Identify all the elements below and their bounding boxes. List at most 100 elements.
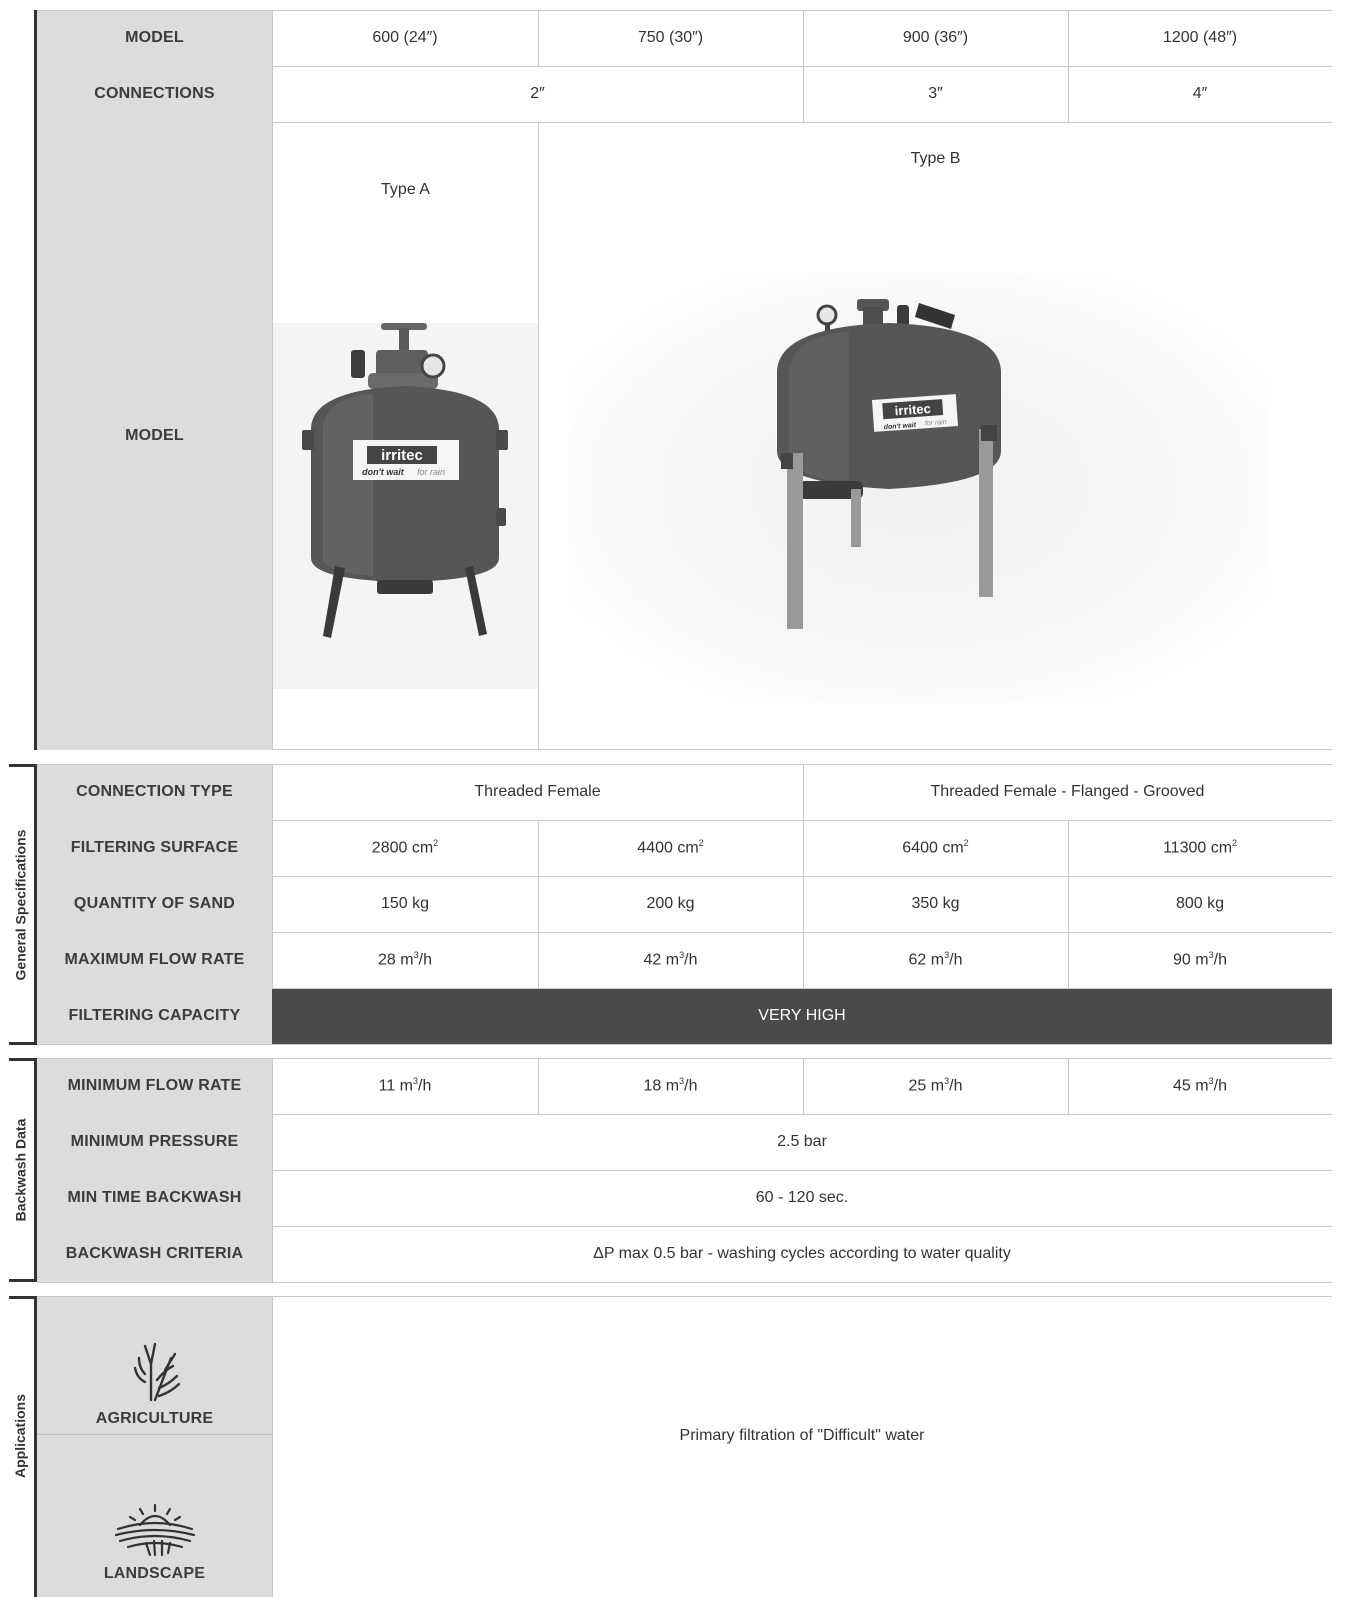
unit-suffix: /h — [949, 1077, 963, 1095]
model-value: 600 (24″) — [372, 29, 438, 46]
unit-suffix: /h — [684, 951, 698, 969]
criteria-header: BACKWASH CRITERIA — [37, 1226, 272, 1282]
general-section-text: General Specifications — [12, 829, 29, 980]
criteria-value: ΔP max 0.5 bar - washing cycles accordin… — [272, 1226, 1332, 1282]
cell-value: 45 m — [1173, 1077, 1209, 1095]
general-section-label: General Specifications — [10, 764, 30, 1045]
type-a-tagline-light: for rain — [417, 467, 445, 477]
model-900: 900 (36″) — [803, 10, 1068, 66]
row-label: MIN TIME BACKWASH — [67, 1189, 242, 1206]
model-1200: 1200 (48″) — [1068, 10, 1332, 66]
type-b-filter-image: irritec don't wait for rain — [777, 299, 1001, 629]
filtering-surface-900: 6400 cm2 — [803, 820, 1068, 876]
connection-value: 3″ — [928, 85, 943, 102]
connections-4in: 4″ — [1068, 66, 1332, 122]
cell-value: 2800 cm — [371, 839, 434, 857]
image-row-header-label: MODEL — [125, 427, 184, 444]
connections-2in: 2″ — [272, 66, 803, 122]
applications-description: Primary filtration of "Difficult" water — [272, 1296, 1332, 1576]
model-750: 750 (30″) — [538, 10, 803, 66]
connection-type-header: CONNECTION TYPE — [37, 764, 272, 820]
connections-header-label: CONNECTIONS — [94, 85, 215, 102]
sand-750: 200 kg — [538, 876, 803, 932]
min-flow-600: 11 m3/h — [272, 1058, 538, 1114]
unit-sup: 2 — [963, 838, 969, 849]
cell-value: ΔP max 0.5 bar - washing cycles accordin… — [593, 1245, 1011, 1262]
connections-3in: 3″ — [803, 66, 1068, 122]
cell-value: 60 - 120 sec. — [755, 1189, 849, 1206]
filtering-capacity-value: VERY HIGH — [758, 1007, 846, 1024]
landscape-header: LANDSCAPE — [37, 1440, 272, 1597]
applications-description-text: Primary filtration of "Difficult" water — [679, 1427, 925, 1444]
row-label: MAXIMUM FLOW RATE — [64, 951, 245, 968]
cell-value: Threaded Female — [474, 783, 601, 800]
connection-type-small: Threaded Female — [272, 764, 803, 820]
min-flow-900: 25 m3/h — [803, 1058, 1068, 1114]
type-a-brand-text: irritec — [381, 447, 423, 464]
unit-suffix: /h — [684, 1077, 698, 1095]
cell-value: 62 m — [908, 951, 945, 969]
max-flow-600: 28 m3/h — [272, 932, 538, 988]
type-b-brand-text: irritec — [894, 401, 931, 418]
max-flow-900: 62 m3/h — [803, 932, 1068, 988]
image-row-header: MODEL — [37, 122, 272, 750]
cell-value: 350 kg — [911, 895, 960, 912]
connection-type-large: Threaded Female - Flanged - Grooved — [803, 764, 1332, 820]
cell-value: Threaded Female - Flanged - Grooved — [930, 783, 1205, 800]
row-label: CONNECTION TYPE — [76, 783, 233, 800]
model-value: 900 (36″) — [902, 29, 969, 46]
row-label: QUANTITY OF SAND — [73, 895, 236, 912]
cell-value: 800 kg — [1175, 895, 1225, 912]
unit-sup: 2 — [1232, 838, 1238, 849]
agriculture-label: AGRICULTURE — [95, 1410, 214, 1427]
cell-value: 150 kg — [380, 895, 430, 912]
filtering-surface-header: FILTERING SURFACE — [37, 820, 272, 876]
cell-value: 6400 cm — [902, 839, 964, 857]
applications-section-text: Applications — [12, 1393, 29, 1479]
unit-suffix: /h — [949, 951, 963, 969]
cell-value: 25 m — [908, 1077, 945, 1095]
cell-value: 28 m — [378, 951, 414, 969]
unit-suffix: /h — [418, 1077, 432, 1095]
quantity-sand-header: QUANTITY OF SAND — [37, 876, 272, 932]
cell-value: 90 m — [1173, 951, 1209, 969]
landscape-sun-icon — [114, 1503, 195, 1557]
cell-value: 18 m — [643, 1077, 680, 1095]
max-flow-header: MAXIMUM FLOW RATE — [37, 932, 272, 988]
type-a-label: Type A — [381, 181, 430, 198]
max-flow-750: 42 m3/h — [538, 932, 803, 988]
unit-suffix: /h — [1213, 1077, 1227, 1095]
model-value: 750 (30″) — [637, 29, 704, 46]
filtering-capacity-header: FILTERING CAPACITY — [37, 988, 272, 1044]
min-flow-750: 18 m3/h — [538, 1058, 803, 1114]
landscape-label: LANDSCAPE — [103, 1565, 206, 1582]
model-value: 1200 (48″) — [1162, 29, 1238, 46]
min-time-header: MIN TIME BACKWASH — [37, 1170, 272, 1226]
type-b-cell: Type B irritec don't wait for rain — [539, 123, 1332, 749]
sand-900: 350 kg — [803, 876, 1068, 932]
row-label: FILTERING SURFACE — [70, 839, 239, 856]
model-600: 600 (24″) — [272, 10, 538, 66]
filtering-capacity-band: VERY HIGH — [272, 988, 1332, 1044]
type-a-tagline-bold: don't wait — [362, 467, 405, 477]
min-pressure-header: MINIMUM PRESSURE — [37, 1114, 272, 1170]
min-pressure-value: 2.5 bar — [272, 1114, 1332, 1170]
cell-value: 11 m — [378, 1077, 414, 1095]
min-time-value: 60 - 120 sec. — [272, 1170, 1332, 1226]
wheat-icon — [133, 1342, 180, 1402]
agriculture-header: AGRICULTURE — [37, 1296, 272, 1440]
type-a-cell: Type A irritec don't wait for rain — [273, 123, 538, 749]
row-label: MINIMUM FLOW RATE — [67, 1077, 242, 1094]
row-label: FILTERING CAPACITY — [68, 1007, 241, 1024]
backwash-section-label: Backwash Data — [10, 1058, 30, 1282]
backwash-section-text: Backwash Data — [12, 1118, 28, 1222]
max-flow-1200: 90 m3/h — [1068, 932, 1332, 988]
row-label: MINIMUM PRESSURE — [70, 1133, 239, 1150]
sand-600: 150 kg — [272, 876, 538, 932]
sand-1200: 800 kg — [1068, 876, 1332, 932]
applications-section-label: Applications — [10, 1296, 30, 1576]
model-header: MODEL — [37, 10, 272, 66]
filtering-surface-600: 2800 cm2 — [272, 820, 538, 876]
cell-value: 4400 cm — [637, 839, 699, 857]
connection-value: 2″ — [530, 85, 545, 102]
